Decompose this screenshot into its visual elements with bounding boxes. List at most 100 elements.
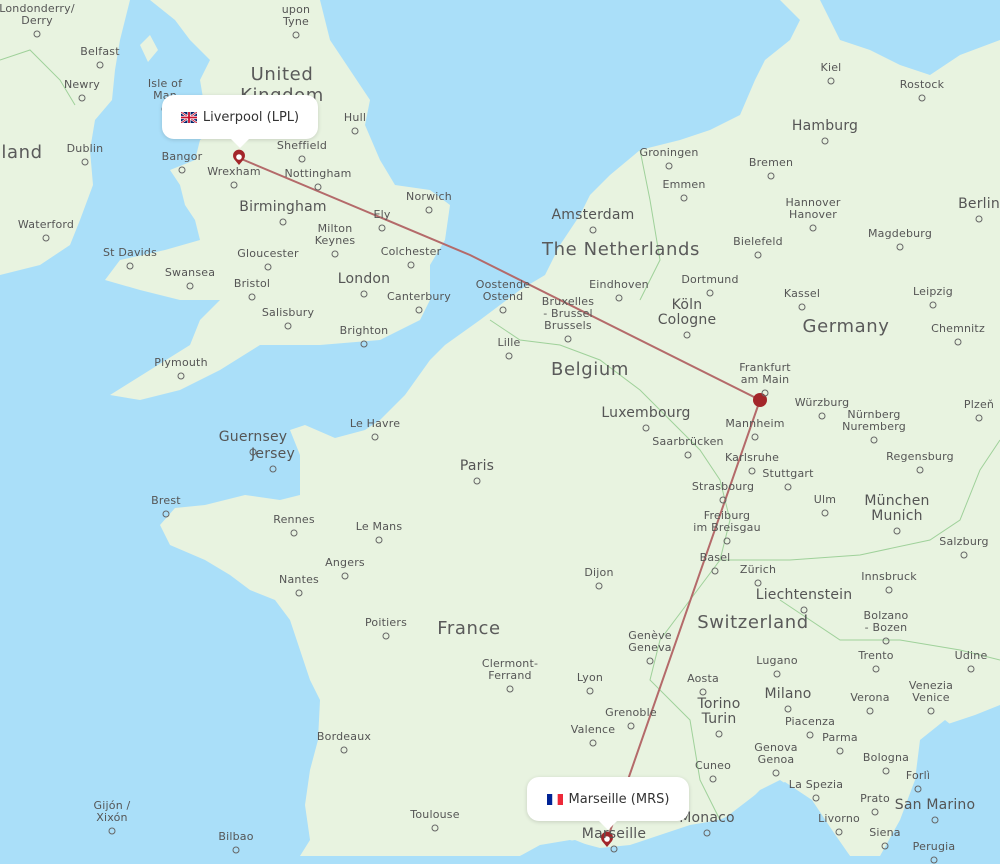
city-dot: [699, 688, 707, 696]
city-dot: [407, 261, 415, 269]
city-dot: [378, 224, 386, 232]
city-dot: [162, 510, 170, 518]
city-dot: [295, 589, 303, 597]
city-label: Genova Genoa: [754, 741, 798, 766]
city-label: Verona: [850, 691, 890, 704]
city-dot: [715, 730, 723, 738]
city-dot: [177, 372, 185, 380]
city-label: Trento: [858, 649, 894, 662]
city-label: Chemnitz: [931, 322, 985, 335]
city-label: Bristol: [233, 277, 271, 290]
city-label: Köln Cologne: [657, 297, 717, 328]
city-dot: [882, 767, 890, 775]
city-label: Colchester: [380, 245, 442, 258]
destination-popup[interactable]: Marseille (MRS): [527, 777, 689, 830]
city-dot: [284, 322, 292, 330]
city-dot: [836, 747, 844, 755]
city-dot: [706, 289, 714, 297]
city-label: Freiburg im Breisgau: [693, 509, 761, 534]
city-dot: [33, 30, 41, 38]
city-label: Ely: [373, 208, 391, 221]
city-dot: [473, 477, 481, 485]
city-label: Gloucester: [237, 247, 299, 260]
city-dot: [975, 215, 983, 223]
city-dot: [719, 496, 727, 504]
country-label: land: [1, 142, 43, 163]
city-dot: [42, 234, 50, 242]
city-label: Liechtenstein: [755, 587, 853, 603]
city-label: Dublin: [66, 142, 104, 155]
city-label: Piacenza: [784, 715, 836, 728]
origin-label: Liverpool (LPL): [202, 109, 300, 125]
city-label: Jersey: [251, 446, 295, 462]
city-label: Swansea: [164, 266, 216, 279]
city-dot: [610, 845, 618, 853]
city-label: Lyon: [576, 671, 604, 684]
city-label: Basel: [699, 551, 731, 564]
city-dot: [893, 527, 901, 535]
city-dot: [684, 451, 692, 459]
city-dot: [916, 466, 924, 474]
city-label: Milano: [764, 686, 812, 702]
city-label: Bruxelles - Brussel Brussels: [541, 295, 595, 332]
city-label: Brest: [151, 494, 181, 507]
city-label: Livorno: [818, 812, 860, 825]
city-dot: [375, 536, 383, 544]
city-dot: [627, 722, 635, 730]
city-label: Poitiers: [364, 616, 408, 629]
city-dot: [931, 816, 939, 824]
city-label: Ulm: [813, 493, 837, 506]
city-label: Parma: [822, 731, 858, 744]
city-label: Rennes: [273, 513, 315, 526]
city-dot: [809, 224, 817, 232]
city-dot: [646, 657, 654, 665]
city-dot: [683, 331, 691, 339]
city-label: Angers: [325, 556, 365, 569]
city-label: Kassel: [783, 287, 821, 300]
city-dot: [709, 775, 717, 783]
city-dot: [589, 226, 597, 234]
city-label: Nottingham: [284, 167, 352, 180]
city-label: Dijon: [584, 566, 614, 579]
city-dot: [279, 218, 287, 226]
city-label: La Spezia: [788, 778, 844, 791]
city-label: Forlì: [905, 769, 931, 782]
city-label: Amsterdam: [551, 207, 635, 223]
city-dot: [351, 127, 359, 135]
city-dot: [821, 137, 829, 145]
country-label: France: [437, 618, 501, 639]
city-label: Cuneo: [694, 759, 732, 772]
city-label: St Davids: [102, 246, 158, 259]
city-dot: [866, 707, 874, 715]
city-label: Belfast: [80, 45, 120, 58]
city-dot: [872, 665, 880, 673]
city-dot: [506, 685, 514, 693]
city-dot: [960, 551, 968, 559]
city-dot: [360, 340, 368, 348]
city-label: Dortmund: [681, 273, 739, 286]
city-dot: [784, 705, 792, 713]
city-label: Toulouse: [410, 808, 460, 821]
city-dot: [871, 808, 879, 816]
city-label: Bielefeld: [733, 235, 783, 248]
city-label: Karlsruhe: [724, 451, 780, 464]
city-label: Sheffield: [276, 139, 328, 152]
city-dot: [751, 433, 759, 441]
city-dot: [499, 306, 507, 314]
city-label: Magdeburg: [867, 227, 933, 240]
city-dot: [341, 572, 349, 580]
city-dot: [784, 483, 792, 491]
city-dot: [806, 731, 814, 739]
city-dot: [415, 306, 423, 314]
city-dot: [505, 352, 513, 360]
uk-flag-icon: [180, 111, 197, 123]
city-label: Mannheim: [725, 417, 785, 430]
city-label: Stuttgart: [762, 467, 814, 480]
france-flag-icon: [546, 793, 563, 805]
origin-popup[interactable]: Liverpool (LPL): [162, 95, 318, 148]
city-label: Brighton: [339, 324, 389, 337]
city-label: Grenoble: [605, 706, 657, 719]
city-dot: [835, 828, 843, 836]
city-dot: [564, 335, 572, 343]
city-label: San Marino: [894, 797, 976, 813]
